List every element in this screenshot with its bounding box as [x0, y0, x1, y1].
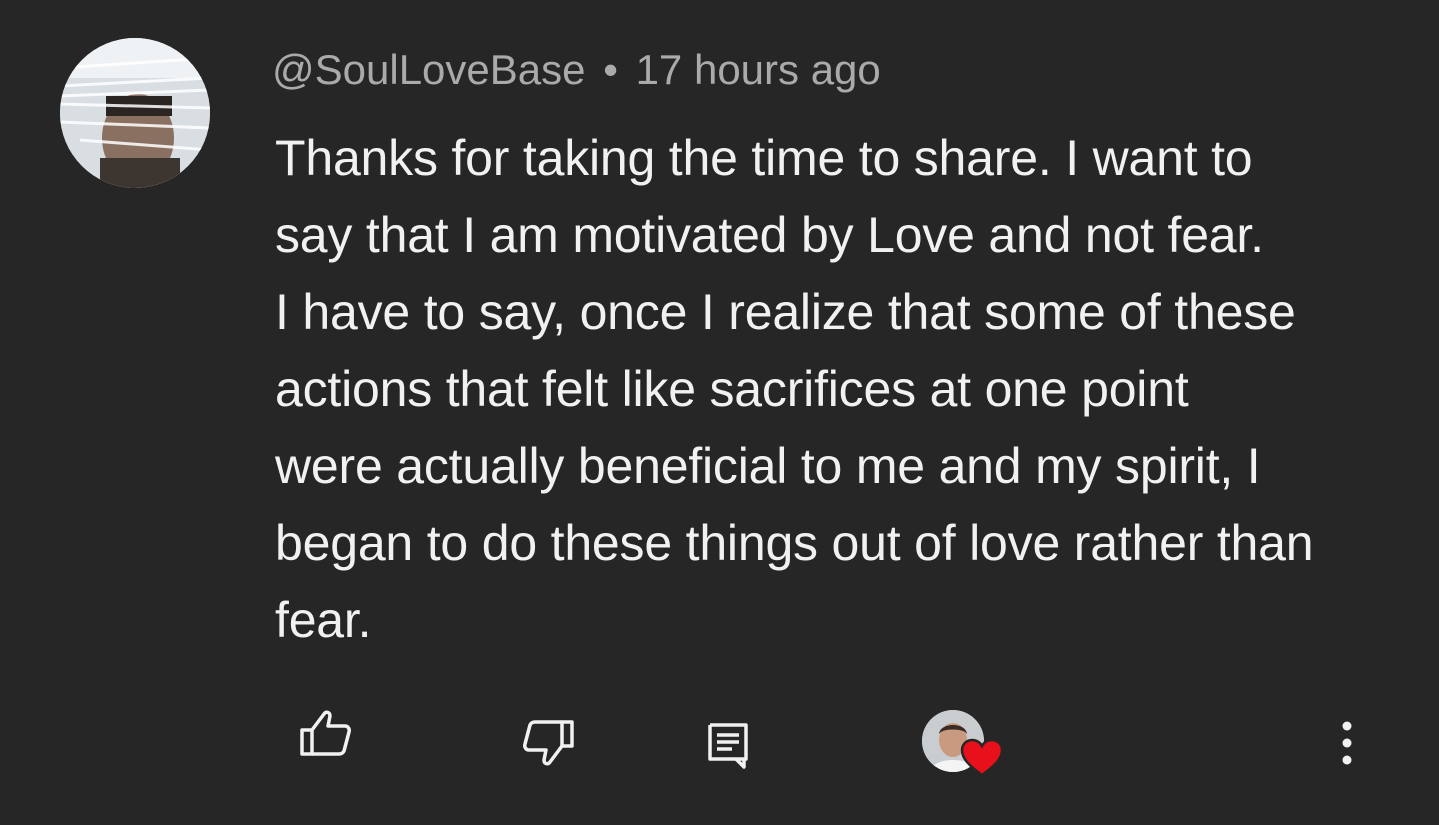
more-options-button[interactable]	[1322, 708, 1372, 778]
thumbs-up-icon	[300, 710, 351, 756]
reply-button[interactable]	[700, 716, 756, 776]
comment-text: Thanks for taking the time to share. I w…	[275, 120, 1405, 659]
thumbs-down-icon	[523, 720, 574, 766]
author-name[interactable]: @SoulLoveBase	[272, 46, 586, 93]
creator-heart-badge	[918, 706, 1008, 786]
meta-separator: •	[603, 46, 618, 93]
like-button[interactable]	[288, 702, 358, 762]
comment-text-line: say that I am motivated by Love and not …	[275, 207, 1264, 263]
comment-text-line: I have to say, once I realize that some …	[275, 284, 1296, 340]
comment-text-line: began to do these things out of love rat…	[275, 515, 1314, 571]
more-vertical-icon	[1342, 721, 1352, 765]
comment-meta: @SoulLoveBase • 17 hours ago	[272, 46, 881, 94]
comment-text-line: actions that felt like sacrifices at one…	[275, 361, 1189, 417]
comment-text-line: Thanks for taking the time to share. I w…	[275, 130, 1253, 186]
dislike-button[interactable]	[516, 714, 586, 774]
comment-text-line: were actually beneficial to me and my sp…	[275, 438, 1261, 494]
reply-comment-icon	[708, 723, 748, 769]
avatar-image	[60, 38, 210, 188]
comment-timestamp[interactable]: 17 hours ago	[636, 46, 881, 93]
comment-action-bar	[0, 690, 1439, 790]
comment-text-line: fear.	[275, 592, 372, 648]
comment-thread: @SoulLoveBase • 17 hours ago Thanks for …	[0, 0, 1439, 825]
creator-heart-icon	[960, 738, 1004, 777]
author-avatar[interactable]	[60, 38, 210, 188]
